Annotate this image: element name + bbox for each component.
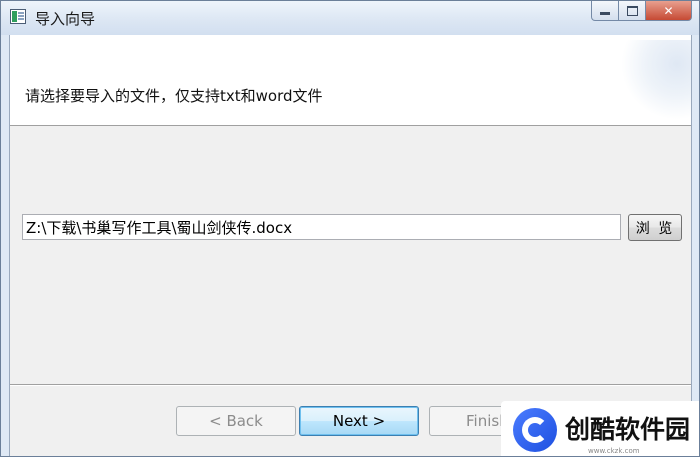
footer-divider bbox=[10, 384, 691, 386]
next-button[interactable]: Next > bbox=[299, 406, 419, 436]
brand-logo-icon bbox=[513, 407, 557, 452]
app-icon bbox=[10, 9, 26, 24]
instruction-text: 请选择要导入的文件，仅支持txt和word文件 bbox=[25, 87, 323, 105]
import-wizard-window: 导入向导 ✕ 请选择要导入的文件，仅支持txt和word文件 浏 览 < Bac… bbox=[0, 0, 700, 457]
file-path-input[interactable] bbox=[22, 214, 621, 240]
window-controls: ✕ bbox=[591, 1, 692, 21]
window-title: 导入向导 bbox=[35, 10, 96, 28]
minimize-button[interactable] bbox=[591, 1, 619, 21]
minimize-icon bbox=[600, 12, 610, 15]
browse-button[interactable]: 浏 览 bbox=[628, 214, 682, 241]
wizard-page: 请选择要导入的文件，仅支持txt和word文件 浏 览 < Back Next … bbox=[9, 35, 692, 456]
maximize-button[interactable] bbox=[619, 1, 646, 21]
brand-url: www.ckzk.com bbox=[588, 447, 640, 455]
close-icon: ✕ bbox=[663, 3, 674, 18]
brand-name: 创酷软件园 bbox=[565, 415, 691, 444]
header-decoration bbox=[621, 40, 691, 120]
close-button[interactable]: ✕ bbox=[646, 1, 692, 21]
title-bar[interactable]: 导入向导 ✕ bbox=[1, 1, 699, 35]
wizard-header: 请选择要导入的文件，仅支持txt和word文件 bbox=[10, 35, 691, 126]
maximize-icon bbox=[626, 5, 638, 16]
back-button[interactable]: < Back bbox=[176, 406, 296, 436]
